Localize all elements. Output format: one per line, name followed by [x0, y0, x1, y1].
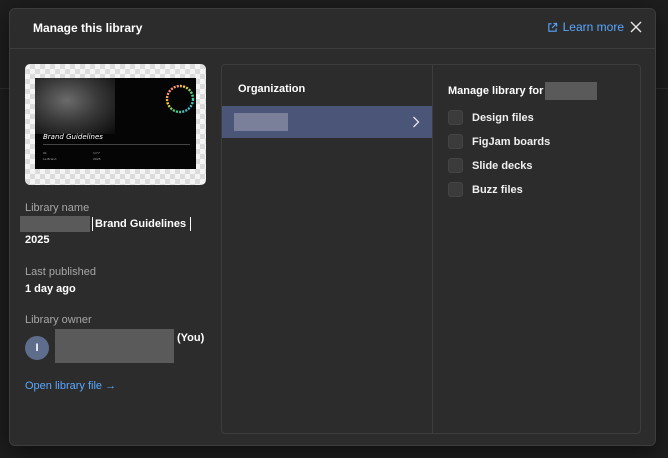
thumbnail-gradient — [35, 78, 115, 134]
last-published-label: Last published — [25, 266, 96, 278]
organization-item[interactable] — [222, 106, 432, 138]
learn-more-label: Learn more — [562, 20, 624, 34]
thumbnail-footer-mid-2: 2025 — [93, 157, 101, 161]
manage-library-heading: Manage library for — [448, 82, 598, 100]
option-slide-decks[interactable]: Slide decks — [448, 158, 533, 173]
option-buzz-files[interactable]: Buzz files — [448, 182, 523, 197]
option-label: FigJam boards — [472, 135, 551, 148]
dialog-title: Manage this library — [33, 21, 143, 35]
redacted-owner-name — [55, 329, 174, 363]
chevron-right-icon — [413, 116, 420, 128]
manage-library-dialog: Manage this library Learn more Brand Gui… — [9, 8, 656, 446]
checkbox[interactable] — [448, 134, 463, 149]
option-label: Design files — [472, 111, 534, 124]
option-label: Buzz files — [472, 183, 523, 196]
manage-library-heading-label: Manage library for — [448, 85, 544, 97]
open-library-file-link[interactable]: Open library file → — [25, 380, 116, 392]
library-owner-label: Library owner — [25, 314, 92, 326]
redacted-target-name — [545, 82, 598, 100]
external-link-icon — [547, 22, 557, 32]
circle-text-graphic — [165, 84, 195, 114]
redacted-org-name — [20, 216, 90, 233]
checkbox[interactable] — [448, 110, 463, 125]
organization-heading: Organization — [238, 83, 306, 95]
thumbnail-preview: Brand Guidelines 01 Le Brand 1/77 2025 — [35, 78, 196, 169]
library-name-value: Brand Guidelines 2025 — [20, 216, 205, 248]
library-name-year: 2025 — [25, 234, 50, 247]
checkbox[interactable] — [448, 182, 463, 197]
library-name-mid: Brand Guidelines — [95, 218, 187, 230]
redacted-organization-name — [234, 113, 288, 131]
organization-column: Organization — [222, 65, 433, 433]
library-access-panel: Organization Manage library for Design f… — [221, 64, 641, 434]
owner-you-tag: (You) — [177, 332, 205, 344]
thumbnail-footer-left-1: 01 — [43, 151, 47, 155]
text-separator — [92, 217, 93, 232]
option-figjam-boards[interactable]: FigJam boards — [448, 134, 550, 149]
option-design-files[interactable]: Design files — [448, 110, 534, 125]
last-published-value: 1 day ago — [25, 283, 76, 295]
library-owner: I (You) — [25, 329, 204, 363]
learn-more-link[interactable]: Learn more — [547, 20, 624, 34]
close-icon[interactable] — [629, 20, 643, 34]
text-separator — [190, 217, 192, 232]
manage-library-column: Manage library for Design files FigJam b… — [433, 65, 640, 433]
thumbnail-footer-left-2: Le Brand — [43, 157, 57, 161]
thumbnail-title: Brand Guidelines — [43, 133, 103, 141]
checkbox[interactable] — [448, 158, 463, 173]
thumbnail-footer-mid-1: 1/77 — [93, 151, 100, 155]
dialog-header: Manage this library Learn more — [10, 9, 655, 49]
library-name-label: Library name — [25, 202, 90, 214]
library-thumbnail: Brand Guidelines 01 Le Brand 1/77 2025 — [25, 64, 206, 185]
avatar: I — [25, 336, 49, 360]
thumbnail-rule — [43, 144, 190, 145]
option-label: Slide decks — [472, 159, 533, 172]
